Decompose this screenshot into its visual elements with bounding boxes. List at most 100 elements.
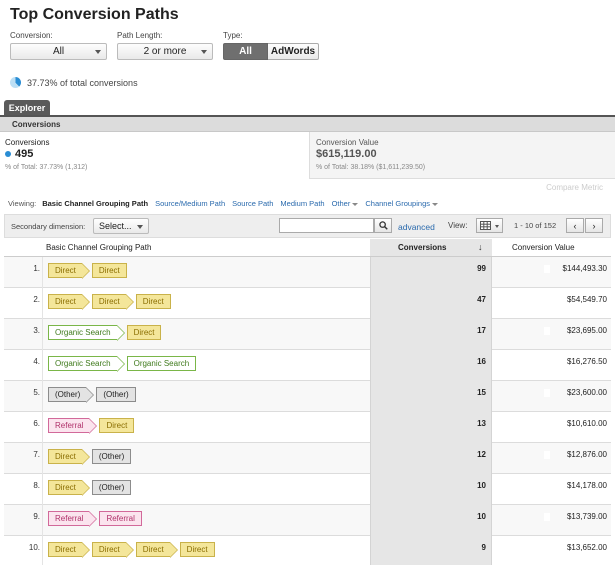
conversion-value-amount: $144,493.30 — [562, 264, 608, 273]
channel-chip-direct: Direct — [91, 294, 134, 310]
dimension-source-medium-path[interactable]: Source/Medium Path — [155, 199, 225, 208]
conversion-value-label: Conversion Value — [316, 138, 379, 147]
tab-explorer[interactable]: Explorer — [4, 100, 50, 115]
secondary-dimension-value: Select... — [99, 221, 132, 231]
channel-chip-organic-search: Organic Search — [48, 325, 125, 341]
prev-page-button[interactable]: ‹ — [566, 218, 584, 233]
chevron-down-icon — [137, 225, 143, 229]
conversion-value-amount: $10,610.00 — [566, 419, 607, 428]
path-cell: Direct (Other) — [42, 474, 370, 505]
column-header-path[interactable]: Basic Channel Grouping Path — [46, 243, 151, 252]
viewing-dimension-bar: Viewing: Basic Channel Grouping Path Sou… — [8, 199, 445, 208]
row-number: 9. — [33, 512, 40, 521]
type-label: Type: — [223, 31, 243, 40]
column-header-conversion-value[interactable]: Conversion Value — [512, 243, 575, 252]
dimension-medium-path[interactable]: Medium Path — [280, 199, 324, 208]
channel-path: Referral Direct — [48, 418, 138, 434]
conversion-value-cell: $54,549.70 — [492, 288, 611, 319]
secondary-dimension-dropdown[interactable]: Select... — [93, 218, 149, 234]
table-row[interactable]: 10. Direct Direct Direct Direct 9 $13,652.00 — [4, 536, 611, 565]
channel-path: Direct (Other) — [48, 480, 135, 496]
channel-path: Referral Referral — [48, 511, 146, 527]
next-page-button[interactable]: › — [585, 218, 603, 233]
conversion-filter-label: Conversion: — [10, 31, 53, 40]
row-number: 4. — [33, 357, 40, 366]
conversion-value-amount: $16,276.50 — [566, 357, 607, 366]
conversions-value: 17 — [477, 326, 486, 335]
table-row[interactable]: 6. Referral Direct 13 $10,610.00 — [4, 412, 611, 443]
channel-chip-referral: Referral — [48, 418, 98, 434]
value-bar — [544, 482, 550, 490]
conversions-cell: 10 — [370, 505, 492, 536]
conversions-value: 9 — [481, 543, 486, 552]
row-number: 6. — [33, 419, 40, 428]
conversion-value-cell: $23,600.00 — [492, 381, 611, 412]
row-number: 8. — [33, 481, 40, 490]
compare-metric-link[interactable]: Compare Metric — [546, 183, 603, 192]
conversions-cell: 99 — [370, 257, 492, 288]
path-length-dropdown[interactable]: 2 or more — [117, 43, 213, 60]
channel-chip-direct: Direct — [135, 542, 178, 558]
chevron-down-icon — [495, 225, 499, 228]
type-all-button[interactable]: All — [223, 43, 268, 60]
chevron-down-icon — [352, 202, 359, 206]
table-row[interactable]: 1. Direct Direct 99 $144,493.30 — [4, 257, 611, 288]
conversion-value-amount: $13,739.00 — [566, 512, 607, 521]
conversion-value-scorecard[interactable]: Conversion Value $615,119.00 % of Total:… — [316, 132, 612, 179]
channel-chip-direct: Direct — [48, 294, 90, 310]
secondary-dimension-label: Secondary dimension: — [11, 222, 86, 231]
other-label: Other — [331, 199, 351, 208]
path-cell: Direct Direct — [42, 257, 370, 288]
search-icon — [378, 221, 388, 230]
channel-groupings-label: Channel Groupings — [365, 199, 430, 208]
conversion-value-cell: $13,739.00 — [492, 505, 611, 536]
channel-path: Direct (Other) — [48, 449, 135, 465]
conversions-scorecard[interactable]: Conversions 495 % of Total: 37.73% (1,31… — [0, 132, 310, 179]
advanced-filter-link[interactable]: advanced — [398, 222, 435, 232]
path-cell: Referral Referral — [42, 505, 370, 536]
conversions-cell: 16 — [370, 350, 492, 381]
channel-chip-direct: Direct — [179, 542, 215, 557]
table-row[interactable]: 8. Direct (Other) 10 $14,178.00 — [4, 474, 611, 505]
channel-chip-other: (Other) — [91, 449, 132, 464]
value-bar — [544, 544, 550, 552]
conversion-dropdown[interactable]: All — [10, 43, 107, 60]
conversions-value: 16 — [477, 357, 486, 366]
conversions-value: 15 — [477, 388, 486, 397]
tab-conversions[interactable]: Conversions — [12, 120, 60, 129]
path-cell: Organic Search Direct — [42, 319, 370, 350]
channel-chip-other: (Other) — [48, 387, 95, 403]
channel-chip-direct: Direct — [126, 325, 162, 340]
path-length-label: Path Length: — [117, 31, 163, 40]
type-adwords-button[interactable]: AdWords — [268, 43, 319, 60]
table-row[interactable]: 7. Direct (Other) 12 $12,876.00 — [4, 443, 611, 474]
channel-chip-organic-search: Organic Search — [48, 356, 125, 372]
search-button[interactable] — [374, 218, 392, 233]
table-row[interactable]: 5. (Other) (Other) 15 $23,600.00 — [4, 381, 611, 412]
table-row[interactable]: 3. Organic Search Direct 17 $23,695.00 — [4, 319, 611, 350]
dimension-basic-channel-grouping-path[interactable]: Basic Channel Grouping Path — [42, 199, 148, 208]
table-header: Basic Channel Grouping Path Conversions … — [4, 239, 611, 257]
table-row[interactable]: 9. Referral Referral 10 $13,739.00 — [4, 505, 611, 536]
path-length-filter: Path Length: 2 or more — [117, 31, 213, 60]
conversions-value: 47 — [477, 295, 486, 304]
conversions-cell: 9 — [370, 536, 492, 565]
type-toggle: All AdWords — [223, 43, 319, 60]
dimension-other-dropdown[interactable]: Other — [332, 199, 359, 208]
channel-chip-direct: Direct — [48, 263, 90, 279]
dimension-source-path[interactable]: Source Path — [232, 199, 273, 208]
column-header-conversions[interactable]: Conversions ↓ — [370, 239, 492, 256]
conversion-value-amount: $13,652.00 — [566, 543, 607, 552]
conversion-value-cell: $13,652.00 — [492, 536, 611, 565]
conversions-cell: 47 — [370, 288, 492, 319]
table-row[interactable]: 4. Organic Search Organic Search 16 $16,276.… — [4, 350, 611, 381]
viewing-label: Viewing: — [8, 199, 37, 208]
channel-path: Direct Direct — [48, 263, 131, 279]
view-mode-dropdown[interactable] — [476, 218, 503, 233]
table-search-input[interactable] — [279, 218, 374, 233]
channel-groupings-dropdown[interactable]: Channel Groupings — [365, 199, 438, 208]
table-row[interactable]: 2. Direct Direct Direct 47 $54,549.70 — [4, 288, 611, 319]
pie-chart-icon — [10, 77, 21, 88]
channel-path: Organic Search Organic Search — [48, 356, 200, 372]
conversions-number: 495 — [15, 148, 34, 160]
